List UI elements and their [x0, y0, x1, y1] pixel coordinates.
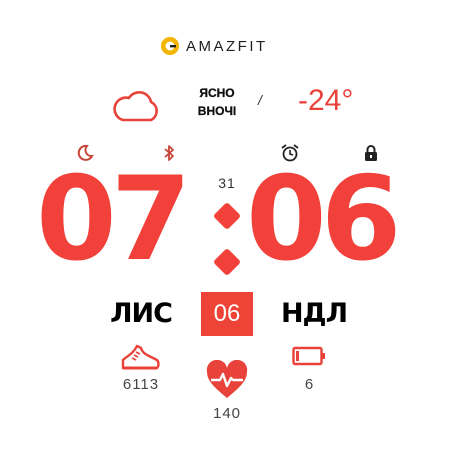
- date-weekday: НДЛ: [280, 298, 348, 329]
- time-hours: 07: [36, 152, 191, 287]
- shoe-icon: [121, 344, 160, 370]
- brand-name: AMAZFIT: [186, 37, 268, 55]
- battery-icon: [292, 346, 325, 366]
- heart-icon: [206, 360, 248, 398]
- weather-condition: ЯСНО ВНОЧІ: [182, 84, 252, 120]
- battery-value: 6: [304, 376, 314, 393]
- wind-indicator: /: [258, 92, 262, 108]
- weather-condition-line1: ЯСНО: [199, 86, 235, 100]
- date-month: ЛИС: [110, 298, 173, 329]
- steps-value: 6113: [122, 376, 160, 393]
- brand-logo: AMAZFIT: [160, 34, 300, 58]
- amazfit-logo-icon: [161, 37, 179, 55]
- cloud-icon: [113, 91, 158, 122]
- time-colon-top: [212, 201, 242, 231]
- weather-condition-line2: ВНОЧІ: [197, 104, 237, 118]
- heart-rate-value: 140: [212, 405, 242, 422]
- date-day: 06: [201, 292, 253, 336]
- temperature: -24°: [298, 84, 354, 117]
- time-seconds: 31: [218, 175, 236, 191]
- time-minutes: 06: [246, 152, 401, 287]
- time-colon-bottom: [212, 247, 242, 277]
